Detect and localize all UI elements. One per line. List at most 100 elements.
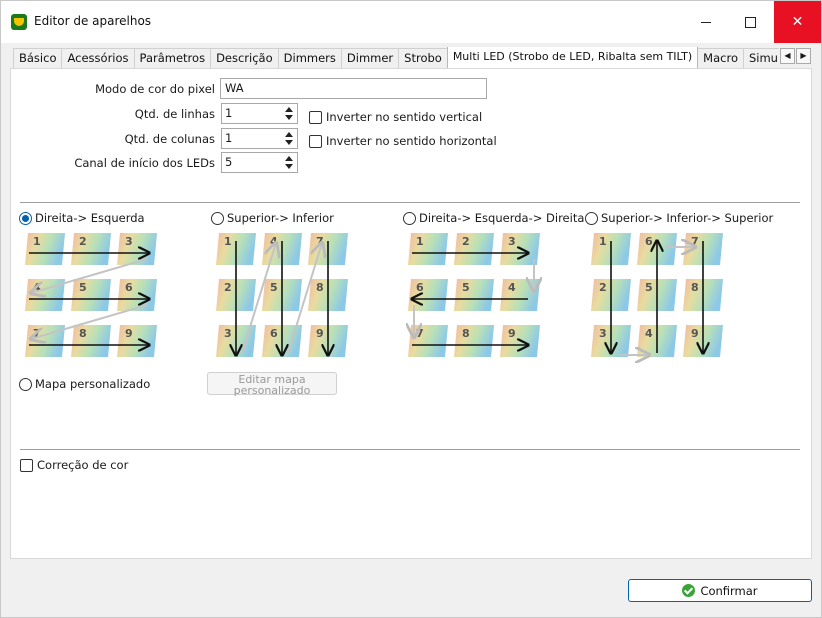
- led-tile-number: 2: [462, 235, 470, 248]
- led-tile: [71, 233, 111, 265]
- fixture-editor-window: Editor de aparelhos ✕ Básico Acessórios …: [0, 0, 822, 618]
- radio-top-bottom-label: Superior-> Inferior: [227, 211, 334, 225]
- radio-right-left[interactable]: Direita-> Esquerda: [19, 211, 145, 225]
- led-tile-number: 6: [645, 235, 653, 248]
- tab-acessorios[interactable]: Acessórios: [61, 48, 135, 68]
- radio-dot[interactable]: [211, 211, 224, 225]
- tab-descricao[interactable]: Descrição: [210, 48, 279, 68]
- led-tile: [71, 325, 111, 357]
- spinner-arrows-icon[interactable]: [284, 155, 295, 170]
- radio-dot[interactable]: [19, 211, 32, 225]
- rows-label: Qtd. de linhas: [134, 107, 215, 121]
- led-order-diagram-icon: 1 2 3 6 5 4 7 8 9: [404, 233, 544, 357]
- tab-strobo[interactable]: Strobo: [398, 48, 448, 68]
- minimize-icon[interactable]: [683, 1, 729, 43]
- led-tile-number: 6: [416, 281, 424, 294]
- radio-custom-map-label: Mapa personalizado: [35, 377, 151, 391]
- diagram-right-left: 123456789: [21, 229, 161, 363]
- led-order-diagram-icon: 1 4 7 2 5 8 3 6 9: [216, 233, 348, 357]
- led-tile-number: 8: [79, 327, 87, 340]
- edit-custom-map-button[interactable]: Editar mapa personalizado: [207, 372, 337, 396]
- diagram-right-left-right: 1 2 3 6 5 4 7 8 9: [404, 229, 544, 363]
- led-tile-number: 8: [316, 281, 324, 294]
- section-divider: [20, 202, 800, 203]
- tab-basico[interactable]: Básico: [13, 48, 63, 68]
- led-tile: [408, 233, 448, 265]
- led-order-diagram-icon: 1 6 72 5 83 4 9: [591, 233, 723, 363]
- radio-right-left-right[interactable]: Direita-> Esquerda-> Direita: [403, 211, 584, 225]
- tab-scroll-right-icon[interactable]: ▶: [796, 48, 811, 64]
- led-order-diagram-icon: 1 2 34 5 67 8 9: [25, 233, 157, 357]
- led-tile-number: 1: [224, 235, 232, 248]
- tab-dimmer[interactable]: Dimmer: [340, 48, 400, 68]
- maximize-icon[interactable]: [727, 1, 773, 43]
- invert-horizontal-checkbox[interactable]: Inverter no sentido horizontal: [309, 134, 497, 148]
- led-tile-number: 6: [125, 281, 133, 294]
- led-tile-number: 7: [416, 327, 424, 340]
- start-channel-stepper[interactable]: 5: [221, 152, 298, 173]
- led-tile: [117, 233, 157, 265]
- led-tile-number: 6: [270, 327, 278, 340]
- led-tile: [454, 233, 494, 265]
- led-tile-number: 1: [33, 235, 41, 248]
- led-tile: [117, 325, 157, 357]
- led-tile: [117, 279, 157, 311]
- close-icon[interactable]: ✕: [774, 1, 821, 43]
- tab-scroll-left-icon[interactable]: ◀: [780, 48, 795, 64]
- color-correction-label: Correção de cor: [37, 458, 129, 472]
- led-tile-number: 5: [462, 281, 470, 294]
- tab-parametros[interactable]: Parâmetros: [133, 48, 212, 68]
- radio-custom-map[interactable]: Mapa personalizado: [19, 377, 150, 391]
- app-logo-icon: [11, 14, 27, 30]
- tab-multi-led[interactable]: Multi LED (Strobo de LED, Ribalta sem TI…: [446, 47, 699, 68]
- diagram-top-bottom: 1 4 7 2 5 8 3 6 9: [212, 229, 352, 363]
- radio-top-bottom[interactable]: Superior-> Inferior: [211, 211, 334, 225]
- led-tile-number: 7: [316, 235, 324, 248]
- radio-dot[interactable]: [585, 211, 598, 225]
- invert-vertical-label: Inverter no sentido vertical: [326, 110, 483, 124]
- led-tile-number: 3: [599, 327, 607, 340]
- radio-top-bottom-top[interactable]: Superior-> Inferior-> Superior: [585, 211, 773, 225]
- rows-stepper[interactable]: 1: [221, 103, 298, 124]
- invert-vertical-checkbox[interactable]: Inverter no sentido vertical: [309, 110, 482, 124]
- tab-macro[interactable]: Macro: [697, 48, 744, 68]
- tab-bar: Básico Acessórios Parâmetros Descrição D…: [13, 47, 779, 68]
- tab-dimmers[interactable]: Dimmers: [277, 48, 342, 68]
- tab-simulacao-3d[interactable]: Simulação e 3D: [742, 48, 779, 68]
- cols-label: Qtd. de colunas: [124, 132, 215, 146]
- led-tile-number: 4: [645, 327, 653, 340]
- led-tile: [454, 325, 494, 357]
- pixel-color-mode-label: Modo de cor do pixel: [95, 82, 215, 96]
- checkbox-box[interactable]: [20, 458, 33, 472]
- led-tile: [500, 325, 540, 357]
- invert-horizontal-label: Inverter no sentido horizontal: [326, 134, 497, 148]
- checkbox-box[interactable]: [309, 110, 322, 124]
- window-title: Editor de aparelhos: [34, 14, 152, 28]
- check-circle-icon: [682, 584, 696, 597]
- checkbox-box[interactable]: [309, 134, 322, 148]
- led-tile-number: 8: [691, 281, 699, 294]
- cols-stepper[interactable]: 1: [221, 128, 298, 149]
- color-correction-checkbox[interactable]: Correção de cor: [20, 458, 128, 472]
- led-tile: [71, 279, 111, 311]
- led-tile-number: 2: [599, 281, 607, 294]
- led-tile-number: 2: [79, 235, 87, 248]
- radio-dot[interactable]: [19, 377, 32, 391]
- confirm-button[interactable]: Confirmar: [628, 579, 812, 602]
- radio-dot[interactable]: [403, 211, 416, 225]
- led-tile-number: 8: [462, 327, 470, 340]
- led-tile-number: 5: [270, 281, 278, 294]
- start-channel-label: Canal de início dos LEDs: [74, 156, 215, 170]
- start-channel-value: 5: [225, 155, 233, 169]
- led-tile: [454, 279, 494, 311]
- led-tile-number: 1: [599, 235, 607, 248]
- spinner-arrows-icon[interactable]: [284, 131, 295, 146]
- pixel-color-mode-field[interactable]: WA: [220, 78, 487, 99]
- radio-top-bottom-top-label: Superior-> Inferior-> Superior: [601, 211, 774, 225]
- spinner-arrows-icon[interactable]: [284, 106, 295, 121]
- radio-right-left-label: Direita-> Esquerda: [35, 211, 145, 225]
- rows-value: 1: [225, 106, 233, 120]
- led-tile-number: 3: [508, 235, 516, 248]
- led-tile-number: 4: [508, 281, 516, 294]
- led-tile-number: 5: [79, 281, 87, 294]
